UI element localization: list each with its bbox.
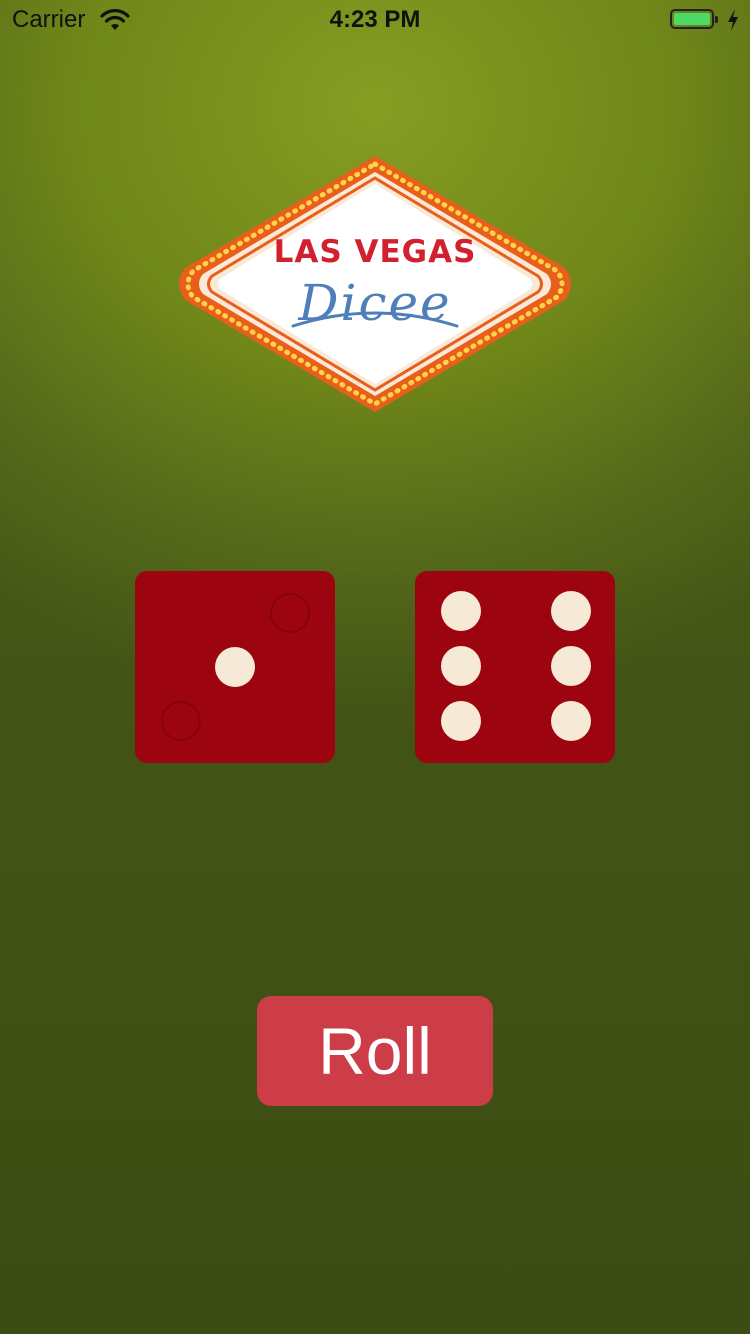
battery-level xyxy=(674,13,710,25)
die-pip xyxy=(551,591,591,631)
roll-button[interactable]: Roll xyxy=(257,996,493,1106)
die-pip-shadow xyxy=(270,593,310,633)
status-bar: Carrier 4:23 PM xyxy=(0,0,750,40)
logo-subtitle: Dicee xyxy=(298,274,452,332)
die-pip xyxy=(551,701,591,741)
right-die xyxy=(415,571,615,763)
charging-bolt-icon xyxy=(728,9,738,31)
left-die xyxy=(135,571,335,763)
battery-nub xyxy=(715,16,718,23)
battery-icon xyxy=(670,9,718,29)
die-pip xyxy=(441,701,481,741)
las-vegas-dicee-logo: LAS VEGAS Dicee xyxy=(175,150,575,418)
die-pip xyxy=(441,591,481,631)
die-pip-shadow xyxy=(161,701,201,741)
die-pip xyxy=(551,646,591,686)
clock: 4:23 PM xyxy=(329,6,421,33)
die-pip xyxy=(441,646,481,686)
die-pip xyxy=(215,647,255,687)
logo-title: LAS VEGAS xyxy=(273,234,477,270)
